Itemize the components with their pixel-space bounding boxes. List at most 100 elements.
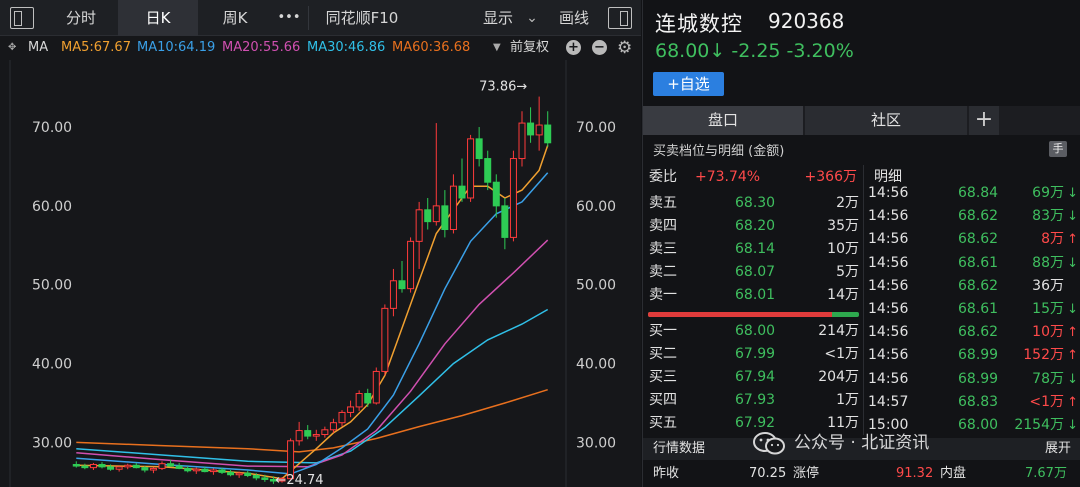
candle-down	[201, 468, 209, 473]
ma20-value: MA20:55.66	[222, 40, 301, 55]
stats-row: 昨收 70.25 涨停 91.32 内盘 7.67万	[643, 462, 1080, 486]
ask-level-price: 68.01	[735, 287, 776, 303]
gear-icon[interactable]: ⚙	[617, 37, 632, 59]
y-tick-label-left: 70.00	[32, 120, 72, 136]
bid-ask-ratio-bar	[648, 312, 859, 317]
ratio-percent: +73.74%	[695, 169, 761, 185]
trade-time: 14:56	[868, 231, 909, 248]
collapse-right-button[interactable]	[608, 7, 632, 29]
add-tab-button[interactable]: +	[969, 106, 999, 135]
add-watchlist-button[interactable]: +自选	[653, 72, 724, 96]
ma-label[interactable]: MA	[28, 37, 48, 59]
y-tick-label-left: 40.00	[32, 357, 72, 373]
wechat-watermark: 公众号 · 北证资讯	[752, 428, 1052, 458]
trade-time: 14:56	[868, 370, 909, 387]
more-periods-button[interactable]: •••	[272, 0, 306, 36]
bid-level-label: 买五	[649, 415, 677, 431]
ask-level-row[interactable]: 卖四 68.20 35万	[643, 215, 863, 238]
trade-volume: 10万	[1032, 324, 1064, 341]
bid-level-row[interactable]: 买二 67.99 <1万	[643, 343, 863, 366]
tab-weekly-k[interactable]: 周K	[200, 0, 270, 36]
trade-row: 14:56 68.62 8万 ↑	[868, 228, 1078, 251]
adjust-mode[interactable]: 前复权	[510, 37, 549, 59]
ask-level-label: 卖五	[649, 195, 677, 211]
wechat-icon	[753, 432, 785, 455]
kline-chart[interactable]: 70.00 70.00 60.00 60.00 50.00 50.00 40.00 40.00…	[0, 60, 641, 487]
candle-down	[184, 467, 192, 472]
expand-icon[interactable]: ✥	[8, 37, 16, 59]
candle-down	[72, 463, 80, 467]
candle-down	[252, 475, 260, 479]
adjust-dropdown-icon[interactable]: ▼	[493, 37, 501, 59]
candle-down	[167, 463, 175, 467]
draw-line-button[interactable]: 画线	[552, 0, 596, 36]
toolbar-divider	[308, 6, 309, 30]
candle-up	[381, 307, 389, 372]
zoom-out-icon[interactable]: −	[592, 40, 607, 55]
trade-row: 14:56 68.62 83万 ↓	[868, 205, 1078, 228]
candle-down	[107, 466, 115, 470]
ratio-label: 委比	[649, 169, 677, 185]
ask-level-row[interactable]: 卖一 68.01 14万	[643, 284, 863, 307]
tab-daily-k[interactable]: 日K	[118, 0, 198, 36]
ask-level-price: 68.14	[735, 241, 776, 257]
trade-row: 14:56 68.84 69万 ↓	[868, 182, 1078, 205]
candle-down	[501, 205, 509, 238]
trade-time: 14:56	[868, 254, 909, 271]
low-price-marker: ←24.74	[275, 473, 323, 487]
trade-time: 14:56	[868, 324, 909, 341]
display-menu[interactable]: 显示	[478, 0, 518, 36]
candle-up	[509, 158, 517, 238]
y-tick-label-right: 60.00	[576, 199, 616, 215]
trade-price: 68.61	[958, 254, 999, 271]
bid-level-row[interactable]: 买三 67.94 204万	[643, 366, 863, 389]
inner-volume-value: 7.67万	[1025, 466, 1067, 481]
ma30-value: MA30:46.86	[307, 40, 386, 55]
ask-level-price: 68.20	[735, 218, 776, 234]
bid-level-price: 67.93	[735, 392, 776, 408]
trade-row: 14:56 68.99 78万 ↓	[868, 368, 1078, 391]
chart-panel: 分时 日K 周K ••• 同花顺F10 显示 ⌄ 画线 ✥ MA MA5:67.…	[0, 0, 641, 487]
market-data-label: 行情数据	[653, 441, 706, 456]
ask-level-label: 卖二	[649, 264, 677, 280]
bid-level-price: 68.00	[735, 323, 776, 339]
tab-community[interactable]: 社区	[805, 106, 967, 135]
candle-up	[192, 468, 200, 472]
candle-up	[347, 406, 355, 413]
ma5-value: MA5:67.67	[61, 40, 131, 55]
bid-level-row[interactable]: 买一 68.00 214万	[643, 320, 863, 343]
arrow-down-icon: ↓	[1067, 418, 1078, 433]
ask-level-row[interactable]: 卖五 68.30 2万	[643, 192, 863, 215]
ask-level-row[interactable]: 卖二 68.07 5万	[643, 261, 863, 284]
trade-time: 14:56	[868, 208, 909, 225]
collapse-left-button[interactable]	[10, 7, 34, 29]
bid-level-row[interactable]: 买四 67.93 1万	[643, 389, 863, 412]
bid-ratio-fill	[648, 312, 832, 317]
zoom-in-icon[interactable]: +	[566, 40, 581, 55]
tab-intraday[interactable]: 分时	[46, 0, 116, 36]
bid-level-label: 买二	[649, 346, 677, 362]
y-tick-label-left: 30.00	[32, 435, 72, 451]
trade-volume: 83万	[1032, 208, 1064, 225]
ma60-value: MA60:36.68	[392, 40, 471, 55]
candle-down	[227, 471, 235, 476]
bid-level-volume: 204万	[818, 369, 859, 385]
chevron-down-icon[interactable]: ⌄	[520, 0, 544, 36]
candle-down	[261, 477, 269, 480]
trade-volume: 88万	[1032, 254, 1064, 271]
trade-volume: 78万	[1032, 370, 1064, 387]
ratio-amount: +366万	[804, 169, 857, 185]
hand-unit-icon[interactable]: 手	[1049, 141, 1067, 157]
ask-level-label: 卖四	[649, 218, 677, 234]
quote-panel: 连城数控 920368 68.00↓ -2.25 -3.20% +自选 盘口 社…	[642, 0, 1080, 487]
ask-level-row[interactable]: 卖三 68.14 10万	[643, 238, 863, 261]
tab-orderbook[interactable]: 盘口	[643, 106, 803, 135]
ask-level-label: 卖一	[649, 287, 677, 303]
candle-up	[149, 467, 157, 471]
candle-up	[295, 430, 303, 442]
f10-button[interactable]: 同花顺F10	[312, 0, 412, 36]
ma20-line	[76, 239, 549, 468]
candle-up	[467, 138, 475, 199]
y-tick-label-right: 40.00	[576, 357, 616, 373]
candle-up	[235, 472, 243, 476]
